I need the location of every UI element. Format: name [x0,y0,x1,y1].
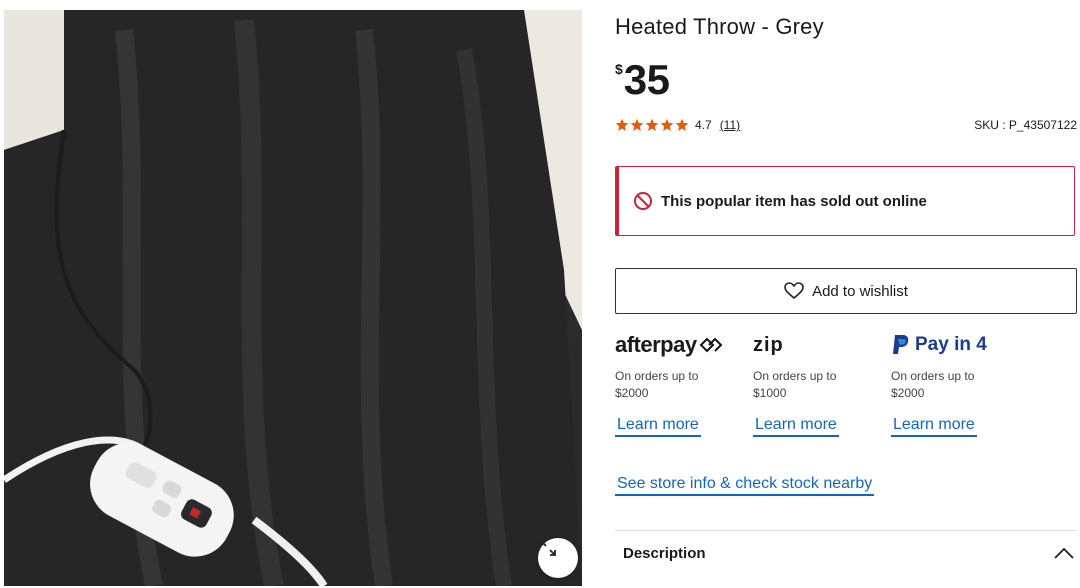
sold-out-alert: This popular item has sold out online [615,166,1075,236]
expand-icon [540,540,556,556]
payment-desc: On orders up to $1000 [753,369,837,400]
description-label: Description [623,544,706,562]
wishlist-label: Add to wishlist [812,282,908,300]
star-icon [630,118,644,131]
prohibited-icon [634,192,652,210]
chevron-up-icon [1054,547,1074,559]
payment-option-paypal: Pay in 4 On orders up to $2000 Learn mor… [891,332,1021,437]
sold-out-message: This popular item has sold out online [661,192,927,210]
zip-learn-more-link[interactable]: Learn more [753,416,839,437]
product-image-gallery[interactable] [4,10,582,586]
zip-logo: zip [753,333,784,356]
star-icon [645,118,659,131]
payment-option-zip: zip On orders up to $1000 Learn more [753,332,883,437]
star-icon [615,118,629,131]
description-accordion[interactable]: Description [615,538,1077,568]
payment-desc: On orders up to $2000 [615,369,699,400]
price-amount: 35 [623,56,670,103]
paypal-learn-more-link[interactable]: Learn more [891,416,977,437]
store-info-link[interactable]: See store info & check stock nearby [615,475,875,496]
star-icon [675,118,689,131]
sku: SKU : P_43507122 [974,118,1077,132]
star-icon [660,118,674,131]
divider [615,530,1077,531]
product-price: $ 35 [615,56,670,104]
payment-option-afterpay: afterpay On orders up to $2000 Learn mor… [615,332,745,437]
heart-icon [784,282,804,300]
afterpay-arrows-icon [699,337,723,353]
price-currency: $ [615,61,623,77]
star-rating [615,118,689,132]
rating: 4.7 (11) [615,118,740,132]
product-image [4,10,582,586]
afterpay-logo: afterpay [615,332,745,358]
expand-image-button[interactable] [538,538,578,578]
paypal-icon [893,335,909,354]
paypal-logo: Pay in 4 [891,332,1021,358]
payment-desc: On orders up to $2000 [891,369,975,400]
product-title: Heated Throw - Grey [615,14,824,39]
review-count-link[interactable]: (11) [720,118,740,132]
afterpay-learn-more-link[interactable]: Learn more [615,416,701,437]
add-to-wishlist-button[interactable]: Add to wishlist [615,268,1077,314]
rating-value: 4.7 [695,118,712,132]
